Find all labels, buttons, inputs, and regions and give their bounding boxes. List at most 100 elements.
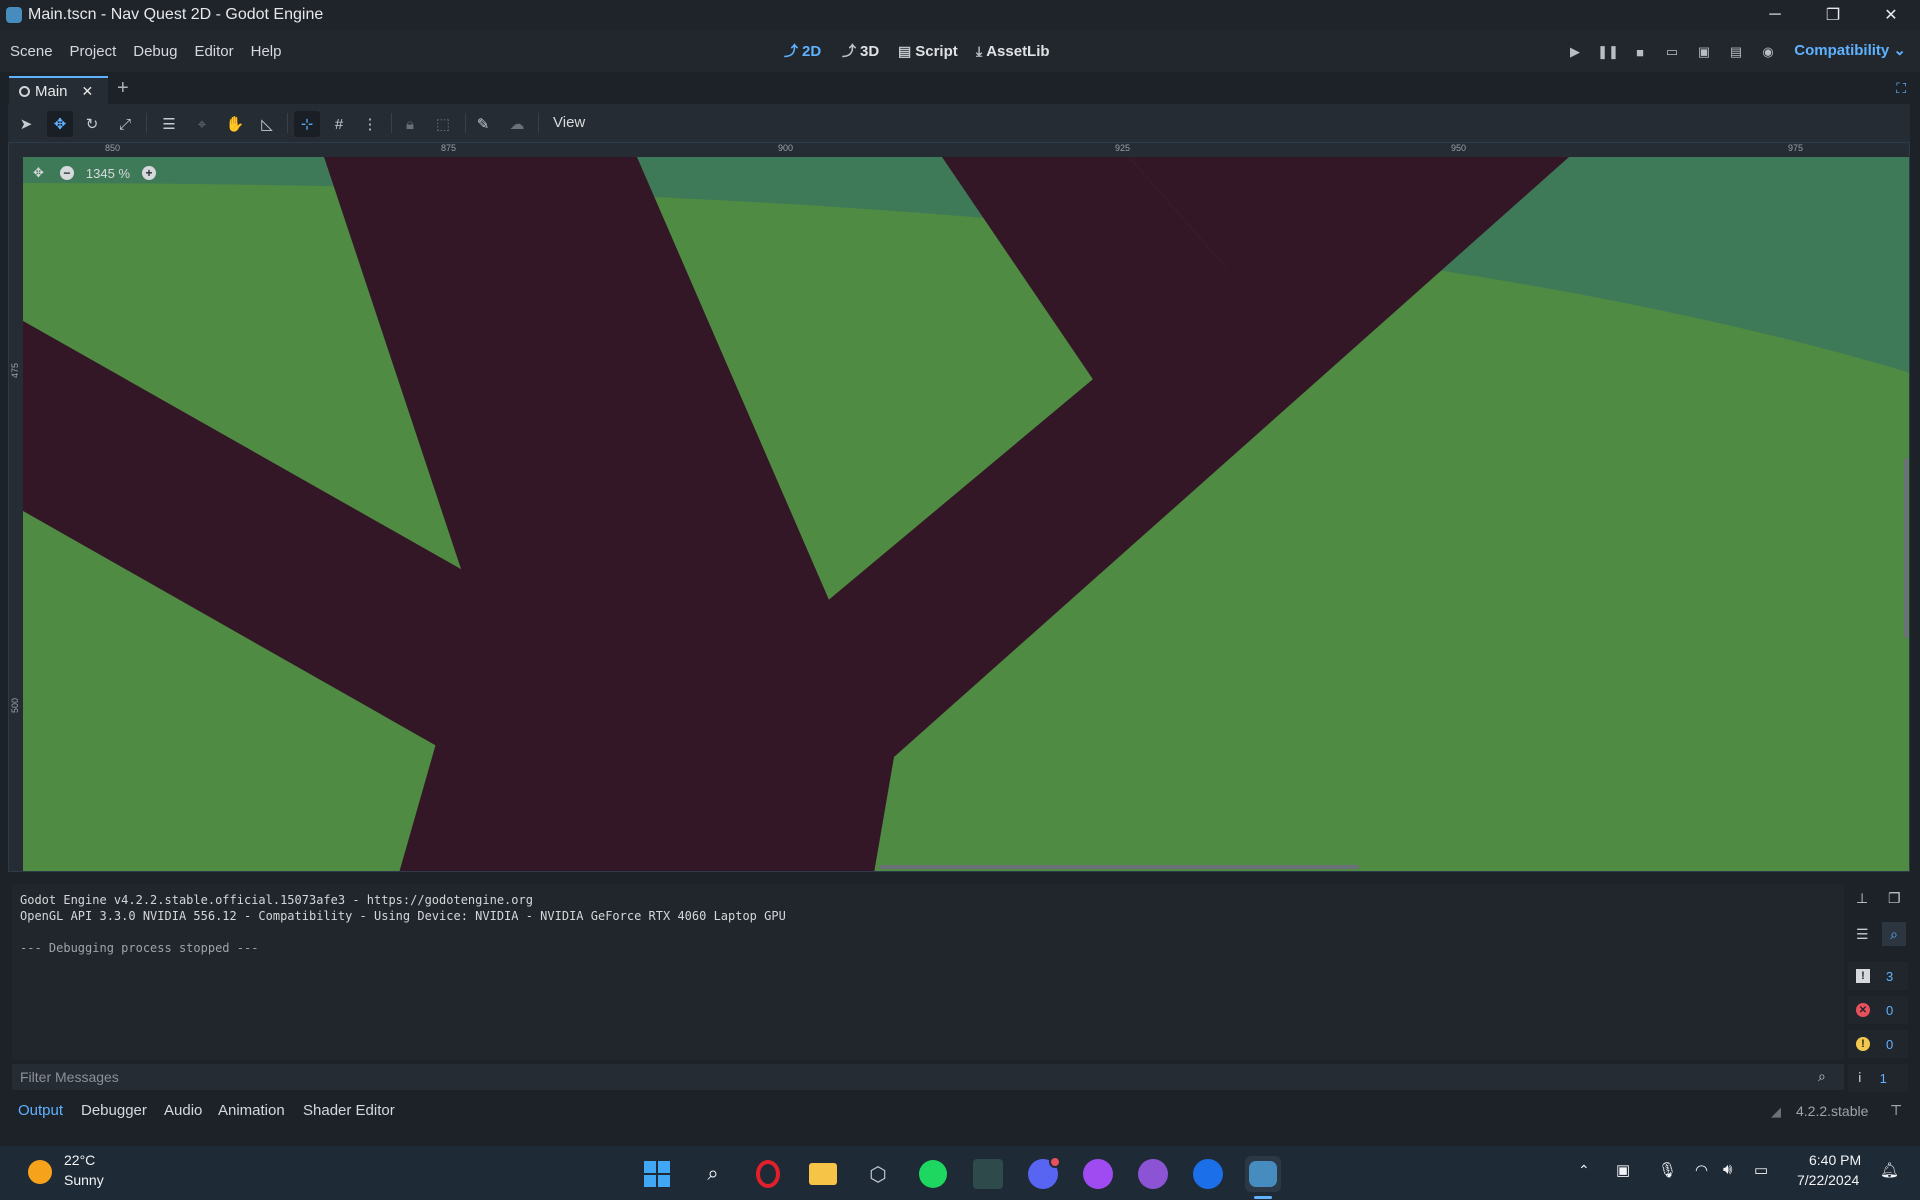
snap-options-icon[interactable]: ⋮ — [357, 111, 383, 137]
play-scene-icon[interactable]: ▣ — [1693, 41, 1715, 63]
remote-debug-icon[interactable]: ▭ — [1661, 41, 1683, 63]
zoom-in-icon[interactable]: + — [142, 166, 156, 180]
scene-tab-bar: Main ✕ + ⛶ — [0, 72, 1920, 104]
warnings-count-toggle[interactable]: ! 0 — [1848, 1030, 1908, 1058]
discord-icon[interactable] — [1025, 1156, 1061, 1192]
messenger-icon[interactable] — [1080, 1156, 1116, 1192]
canvas-toolbar: ➤ ✥ ↻ ⤢ ☰ ⌖ ✋ ◺ ⊹ # ⋮ 🔒︎ ⬚ ✎ ☁ View — [8, 104, 1910, 142]
wifi-icon[interactable]: ◠ — [1695, 1161, 1708, 1179]
filter-search-icon[interactable]: ⌕ — [1882, 922, 1906, 946]
close-tab-icon[interactable]: ✕ — [82, 83, 94, 100]
skeleton-bone-icon[interactable]: ✎ — [470, 111, 496, 137]
tab-shader-editor[interactable]: Shader Editor — [303, 1102, 395, 1119]
pin-bottom-panel-icon[interactable]: ⊤ — [1890, 1102, 1902, 1119]
window-title: Main.tscn - Nav Quest 2D - Godot Engine — [28, 6, 324, 23]
update-spinner-icon: ◢ — [1771, 1104, 1781, 1119]
3d-icon: ⤴ — [842, 43, 856, 59]
clear-output-icon[interactable]: ⊥ — [1856, 890, 1868, 907]
tab-debugger[interactable]: Debugger — [81, 1102, 147, 1119]
select-mode-icon[interactable]: ➤ — [13, 111, 39, 137]
warning-icon: ! — [1856, 1037, 1870, 1051]
tab-output[interactable]: Output — [18, 1102, 63, 1119]
output-log[interactable]: Godot Engine v4.2.2.stable.official.1507… — [12, 884, 1844, 1060]
title-bar: Main.tscn - Nav Quest 2D - Godot Engine … — [0, 0, 1920, 30]
weather-sun-icon[interactable] — [28, 1160, 52, 1184]
clock-date[interactable]: 7/22/2024 — [1797, 1172, 1859, 1188]
2d-viewport[interactable]: 850 875 900 925 950 975 475 500 ✥ − 1345… — [8, 142, 1910, 872]
filter-messages-input[interactable]: Filter Messages — [12, 1064, 1844, 1090]
godot-engine-icon[interactable] — [1245, 1156, 1281, 1192]
add-scene-tab-icon[interactable]: + — [117, 77, 129, 100]
weather-desc[interactable]: Sunny — [64, 1172, 104, 1188]
zoom-level[interactable]: 1345 % — [86, 166, 130, 181]
zoom-icon[interactable] — [1190, 1156, 1226, 1192]
play-custom-scene-icon[interactable]: ▤ — [1725, 41, 1747, 63]
renderer-dropdown[interactable]: Compatibility ⌄ — [1794, 41, 1906, 59]
play-icon[interactable]: ▶ — [1564, 41, 1586, 63]
rotate-mode-icon[interactable]: ↻ — [79, 111, 105, 137]
close-button[interactable]: ✕ — [1862, 0, 1920, 30]
notification-badge — [1049, 1156, 1061, 1168]
workspace-script-button[interactable]: ▤ Script — [898, 30, 958, 72]
unity-hub-icon[interactable]: ⬡ — [860, 1156, 896, 1192]
menu-help[interactable]: Help — [244, 43, 289, 60]
opera-browser-icon[interactable] — [750, 1156, 786, 1192]
zoom-controls: ✥ − 1345 % + — [33, 165, 156, 181]
menu-scene[interactable]: Scene — [3, 43, 60, 60]
weather-temp[interactable]: 22°C — [64, 1152, 95, 1168]
errors-count-toggle[interactable]: ✕ 0 — [1848, 996, 1908, 1024]
clock-time[interactable]: 6:40 PM — [1809, 1152, 1861, 1168]
movie-maker-icon[interactable]: ◉ — [1757, 41, 1779, 63]
menu-editor[interactable]: Editor — [187, 43, 240, 60]
minimize-button[interactable]: ─ — [1746, 0, 1804, 30]
copy-output-icon[interactable]: ❐ — [1888, 890, 1901, 907]
zoom-out-icon[interactable]: − — [59, 166, 74, 180]
volume-icon[interactable]: 🔊︎ — [1723, 1161, 1732, 1178]
github-desktop-icon[interactable] — [1135, 1156, 1171, 1192]
camera-override-icon[interactable]: ☁ — [504, 111, 530, 137]
notifications-bell-icon[interactable]: 🔔︎ — [1880, 1161, 1899, 1179]
scene-canvas — [9, 143, 1909, 871]
scene-tab-main[interactable]: Main ✕ — [9, 76, 108, 104]
bottom-panel: Godot Engine v4.2.2.stable.official.1507… — [8, 880, 1918, 1134]
zoom-reset-icon[interactable]: ✥ — [33, 165, 44, 181]
grid-snap-icon[interactable]: # — [326, 111, 352, 137]
log-line: Godot Engine v4.2.2.stable.official.1507… — [20, 893, 533, 907]
distraction-free-icon[interactable]: ⛶ — [1896, 80, 1906, 97]
tab-animation[interactable]: Animation — [218, 1102, 285, 1119]
error-icon: ✕ — [1856, 1003, 1870, 1017]
messages-count-toggle[interactable]: ! 3 — [1848, 962, 1908, 990]
pause-icon[interactable]: ❚❚ — [1597, 41, 1619, 63]
file-explorer-icon[interactable] — [805, 1156, 841, 1192]
list-select-icon[interactable]: ☰ — [156, 111, 182, 137]
lock-icon[interactable]: 🔒︎ — [397, 111, 423, 137]
chevron-up-icon[interactable]: ⌃ — [1578, 1162, 1590, 1179]
battery-icon[interactable]: ▭ — [1754, 1161, 1768, 1179]
start-menu-icon[interactable] — [639, 1156, 675, 1192]
vertical-scrollbar[interactable] — [1904, 458, 1908, 638]
pivot-mode-icon[interactable]: ⌖ — [189, 111, 215, 137]
smart-snap-icon[interactable]: ⊹ — [294, 111, 320, 137]
scale-mode-icon[interactable]: ⤢ — [112, 111, 138, 137]
ruler-mode-icon[interactable]: ◺ — [254, 111, 280, 137]
stop-icon[interactable]: ■ — [1629, 41, 1651, 63]
restore-button[interactable]: ❐ — [1804, 0, 1862, 30]
workspace-assetlib-button[interactable]: ⤓ AssetLib — [976, 30, 1050, 72]
workspace-2d-button[interactable]: ⤴ 2D — [784, 30, 821, 72]
horizontal-scrollbar[interactable] — [879, 865, 1359, 869]
pan-mode-icon[interactable]: ✋ — [222, 111, 248, 137]
editor-messages-toggle[interactable]: ⅰ1 — [1848, 1064, 1908, 1092]
workspace-3d-button[interactable]: ⤴ 3D — [842, 30, 879, 72]
tab-audio[interactable]: Audio — [164, 1102, 202, 1119]
menu-debug[interactable]: Debug — [126, 43, 184, 60]
view-menu-button[interactable]: View — [553, 114, 585, 131]
game-launcher-icon[interactable] — [970, 1156, 1006, 1192]
microphone-icon[interactable]: 🎙︎ — [1658, 1161, 1677, 1179]
spotify-icon[interactable] — [915, 1156, 951, 1192]
move-mode-icon[interactable]: ✥ — [47, 111, 73, 137]
group-icon[interactable]: ⬚ — [430, 111, 456, 137]
collapse-icon[interactable]: ☰ — [1856, 926, 1869, 943]
screen-capture-icon[interactable]: ▣ — [1616, 1161, 1630, 1179]
search-icon[interactable]: ⌕ — [695, 1156, 731, 1192]
menu-project[interactable]: Project — [63, 43, 124, 60]
